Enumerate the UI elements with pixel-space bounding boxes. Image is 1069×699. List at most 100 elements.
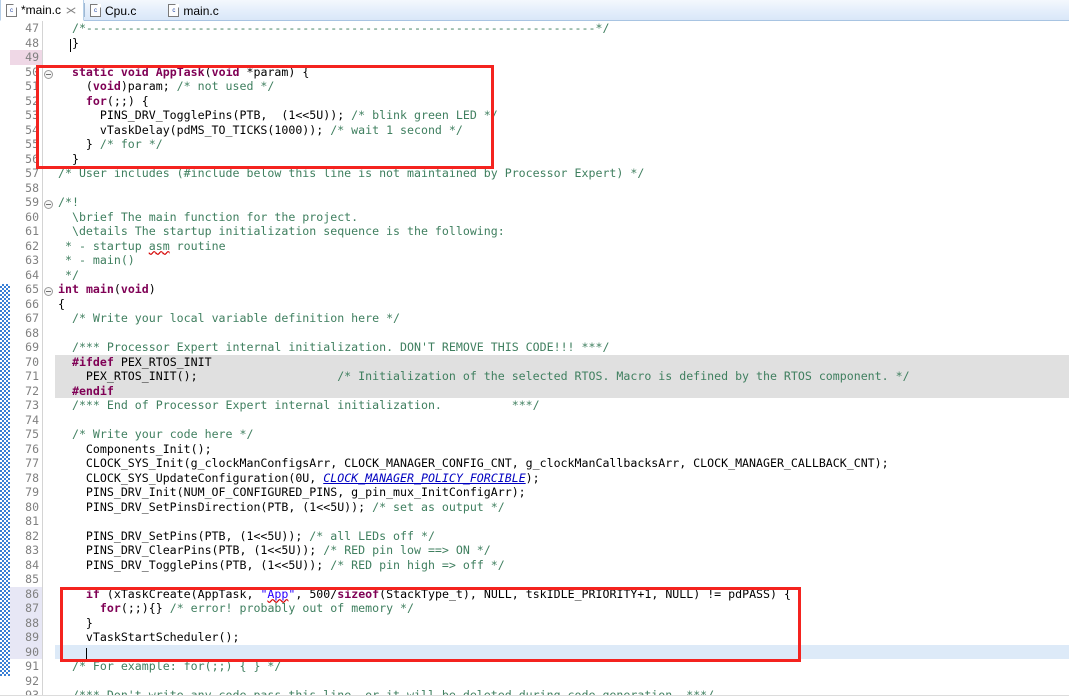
code-line[interactable]: int main(void) — [55, 282, 1069, 297]
line-number[interactable]: 76 — [10, 442, 42, 457]
line-number[interactable]: 59 — [10, 195, 42, 210]
line-number[interactable]: 85 — [10, 572, 42, 587]
line-number[interactable]: 79 — [10, 485, 42, 500]
line-number[interactable]: 92 — [10, 674, 42, 689]
line-number[interactable]: 49 — [10, 50, 42, 65]
close-icon[interactable] — [65, 5, 76, 16]
code-line[interactable] — [55, 181, 1069, 196]
line-number[interactable]: 75 — [10, 427, 42, 442]
code-line[interactable]: \details The startup initialization sequ… — [55, 224, 1069, 239]
fold-collapse-icon[interactable] — [44, 287, 53, 296]
fold-collapse-icon[interactable] — [44, 200, 53, 209]
line-number[interactable]: 90 — [10, 645, 42, 660]
code-text-area[interactable]: /*--------------------------------------… — [55, 21, 1069, 699]
code-line[interactable]: \brief The main function for the project… — [55, 210, 1069, 225]
line-number[interactable]: 73 — [10, 398, 42, 413]
code-line[interactable]: if (xTaskCreate(AppTask, "App", 500/size… — [55, 587, 1069, 602]
line-number[interactable]: 54 — [10, 123, 42, 138]
line-number[interactable]: 78 — [10, 471, 42, 486]
code-line[interactable]: #endif — [55, 384, 1069, 399]
line-number[interactable]: 83 — [10, 543, 42, 558]
line-number[interactable]: 74 — [10, 413, 42, 428]
code-line[interactable]: */ — [55, 268, 1069, 283]
line-number[interactable]: 56 — [10, 152, 42, 167]
code-line[interactable] — [55, 50, 1069, 65]
code-line[interactable]: vTaskDelay(pdMS_TO_TICKS(1000)); /* wait… — [55, 123, 1069, 138]
code-line[interactable]: } /* for */ — [55, 137, 1069, 152]
code-line[interactable]: Components_Init(); — [55, 442, 1069, 457]
code-line[interactable]: * - startup asm routine — [55, 239, 1069, 254]
line-number[interactable]: 82 — [10, 529, 42, 544]
line-number[interactable]: 72 — [10, 384, 42, 399]
code-line[interactable]: /* For example: for(;;) { } */ — [55, 659, 1069, 674]
code-line[interactable]: { — [55, 297, 1069, 312]
source-editor[interactable]: 4748495051525354555657585960616263646566… — [0, 21, 1069, 699]
line-number[interactable]: 71 — [10, 369, 42, 384]
code-line[interactable]: PINS_DRV_Init(NUM_OF_CONFIGURED_PINS, g_… — [55, 485, 1069, 500]
code-line[interactable]: #ifdef PEX_RTOS_INIT — [55, 355, 1069, 370]
line-number[interactable]: 63 — [10, 253, 42, 268]
code-line[interactable]: /* User includes (#include below this li… — [55, 166, 1069, 181]
code-line[interactable] — [55, 413, 1069, 428]
line-number[interactable]: 52 — [10, 94, 42, 109]
code-line[interactable]: } — [55, 36, 1069, 51]
line-number[interactable]: 87 — [10, 601, 42, 616]
tab-cpu-c[interactable]: c Cpu.c — [85, 0, 163, 21]
code-line[interactable]: /* Write your code here */ — [55, 427, 1069, 442]
tab-main-c-modified[interactable]: c *main.c — [0, 0, 84, 21]
code-line[interactable]: static void AppTask(void *param) { — [55, 65, 1069, 80]
line-number[interactable]: 69 — [10, 340, 42, 355]
code-line[interactable]: PINS_DRV_TogglePins(PTB, (1<<5U)); /* bl… — [55, 108, 1069, 123]
line-number[interactable]: 61 — [10, 224, 42, 239]
code-line[interactable]: PINS_DRV_TogglePins(PTB, (1<<5U)); /* RE… — [55, 558, 1069, 573]
code-line[interactable] — [55, 326, 1069, 341]
code-line[interactable] — [55, 674, 1069, 689]
code-line[interactable] — [55, 572, 1069, 587]
line-number[interactable]: 50 — [10, 65, 42, 80]
code-line[interactable]: } — [55, 616, 1069, 631]
line-number[interactable]: 62 — [10, 239, 42, 254]
fold-collapse-icon[interactable] — [44, 70, 53, 79]
code-line[interactable]: (void)param; /* not used */ — [55, 79, 1069, 94]
code-line[interactable]: * - main() — [55, 253, 1069, 268]
code-line[interactable]: for(;;) { — [55, 94, 1069, 109]
code-line[interactable]: CLOCK_SYS_Init(g_clockManConfigsArr, CLO… — [55, 456, 1069, 471]
line-number[interactable]: 60 — [10, 210, 42, 225]
line-number[interactable]: 53 — [10, 108, 42, 123]
code-line[interactable]: vTaskStartScheduler(); — [55, 630, 1069, 645]
code-line[interactable]: /*--------------------------------------… — [55, 21, 1069, 36]
line-number[interactable]: 65 — [10, 282, 42, 297]
line-number-gutter[interactable]: 4748495051525354555657585960616263646566… — [10, 21, 43, 699]
line-number[interactable]: 70 — [10, 355, 42, 370]
code-line[interactable] — [55, 514, 1069, 529]
code-line[interactable]: } — [55, 152, 1069, 167]
code-line[interactable]: /*! — [55, 195, 1069, 210]
line-number[interactable]: 55 — [10, 137, 42, 152]
code-line[interactable]: /*** End of Processor Expert internal in… — [55, 398, 1069, 413]
line-number[interactable]: 47 — [10, 21, 42, 36]
code-line[interactable]: PEX_RTOS_INIT(); /* Initialization of th… — [55, 369, 1069, 384]
code-line[interactable]: /*** Processor Expert internal initializ… — [55, 340, 1069, 355]
line-number[interactable]: 67 — [10, 311, 42, 326]
code-line[interactable]: /* Write your local variable definition … — [55, 311, 1069, 326]
code-folding-column[interactable] — [43, 21, 55, 699]
line-number[interactable]: 68 — [10, 326, 42, 341]
code-line[interactable]: PINS_DRV_SetPinsDirection(PTB, (1<<5U));… — [55, 500, 1069, 515]
line-number[interactable]: 91 — [10, 659, 42, 674]
line-number[interactable]: 89 — [10, 630, 42, 645]
line-number[interactable]: 80 — [10, 500, 42, 515]
line-number[interactable]: 51 — [10, 79, 42, 94]
code-line[interactable] — [55, 645, 1069, 660]
line-number[interactable]: 66 — [10, 297, 42, 312]
line-number[interactable]: 58 — [10, 181, 42, 196]
code-line[interactable]: for(;;){} /* error! probably out of memo… — [55, 601, 1069, 616]
line-number[interactable]: 48 — [10, 36, 42, 51]
line-number[interactable]: 81 — [10, 514, 42, 529]
code-line[interactable]: PINS_DRV_ClearPins(PTB, (1<<5U)); /* RED… — [55, 543, 1069, 558]
line-number[interactable]: 84 — [10, 558, 42, 573]
line-number[interactable]: 64 — [10, 268, 42, 283]
code-line[interactable]: PINS_DRV_SetPins(PTB, (1<<5U)); /* all L… — [55, 529, 1069, 544]
line-number[interactable]: 86 — [10, 587, 42, 602]
code-line[interactable]: CLOCK_SYS_UpdateConfiguration(0U, CLOCK_… — [55, 471, 1069, 486]
line-number[interactable]: 77 — [10, 456, 42, 471]
